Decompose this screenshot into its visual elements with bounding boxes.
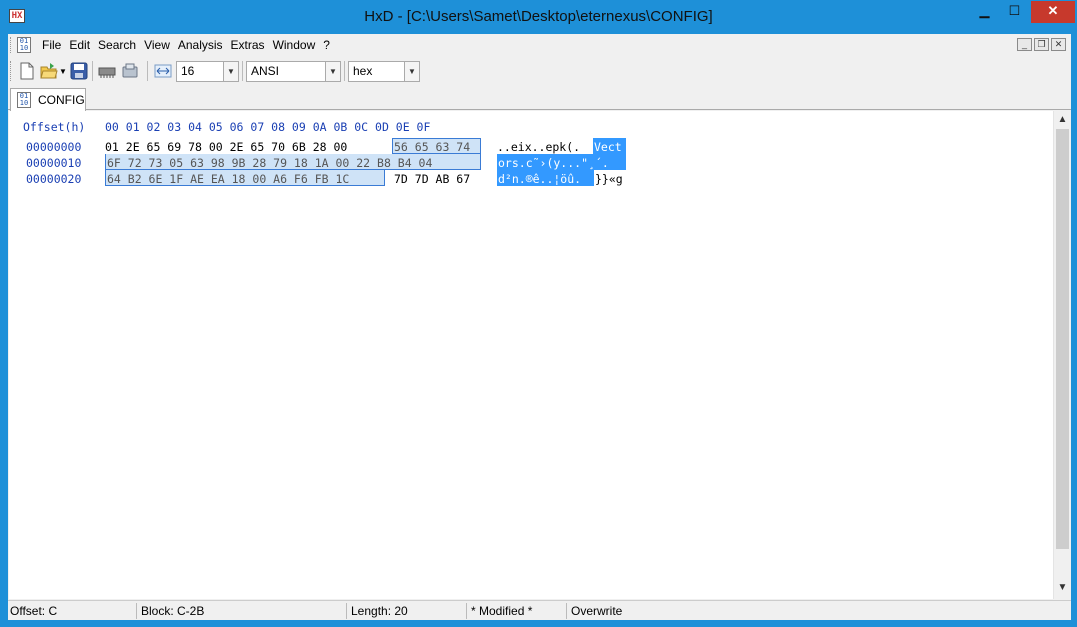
- text-bytes[interactable]: }}«g: [595, 172, 623, 186]
- tab-config[interactable]: 01 10 CONFIG: [10, 88, 86, 111]
- hex-editor[interactable]: Offset(h) 00 01 02 03 04 05 06 07 08 09 …: [9, 111, 1071, 599]
- bytes-per-row-value: 16: [181, 64, 195, 78]
- hex-bytes-selected[interactable]: 64 B2 6E 1F AE EA 18 00 A6 F6 FB 1C: [107, 172, 349, 186]
- bytes-per-row-select[interactable]: 16 ▼: [176, 61, 239, 82]
- scroll-up-icon[interactable]: ▲: [1054, 111, 1071, 129]
- status-divider: [566, 603, 567, 619]
- menu-search[interactable]: Search: [94, 38, 140, 52]
- chevron-down-icon[interactable]: ▼: [325, 62, 340, 81]
- mdi-minimize-button[interactable]: _: [1017, 38, 1032, 51]
- text-bytes[interactable]: ..eix..epk(.: [497, 140, 580, 154]
- ram-editor-icon[interactable]: [98, 62, 116, 80]
- status-mode[interactable]: Overwrite: [571, 604, 622, 618]
- hxd-window: HX HxD - [C:\Users\Samet\Desktop\eternex…: [0, 0, 1077, 627]
- close-button[interactable]: ✕: [1031, 1, 1075, 23]
- document-icon: 01 10: [17, 92, 31, 108]
- bytes-per-row-icon: [154, 64, 172, 78]
- offset-base-select[interactable]: hex ▼: [348, 61, 420, 82]
- status-block: Block: C-2B: [141, 604, 205, 618]
- menu-file[interactable]: File: [38, 38, 65, 52]
- window-title: HxD - [C:\Users\Samet\Desktop\eternexus\…: [364, 8, 713, 25]
- menu-bar: 01 10 File Edit Search View Analysis Extr…: [8, 34, 1071, 56]
- chevron-down-icon[interactable]: ▼: [223, 62, 238, 81]
- text-bytes-selected[interactable]: Vect: [594, 140, 622, 154]
- charset-value: ANSI: [251, 64, 280, 78]
- status-divider: [346, 603, 347, 619]
- tab-strip: 01 10 CONFIG: [8, 86, 1071, 111]
- toolbar-separator: [344, 61, 345, 81]
- client-area: 01 10 File Edit Search View Analysis Extr…: [8, 34, 1071, 620]
- toolbar-separator: [92, 61, 93, 81]
- open-folder-icon[interactable]: [40, 62, 58, 80]
- mdi-restore-button[interactable]: ❐: [1034, 38, 1049, 51]
- maximize-button[interactable]: ☐: [1001, 1, 1028, 23]
- disk-editor-icon[interactable]: [121, 62, 139, 80]
- toolbar: ▼ 16 ▼ ANSI ▼ hex ▼: [8, 57, 1071, 85]
- offset-base-value: hex: [353, 64, 373, 78]
- menu-analysis[interactable]: Analysis: [174, 38, 227, 52]
- status-offset: Offset: C: [10, 604, 58, 618]
- text-bytes-selected[interactable]: d²n.®ê..¦öû.: [498, 172, 581, 186]
- menu-extras[interactable]: Extras: [227, 38, 269, 52]
- new-file-icon[interactable]: [18, 62, 36, 80]
- status-divider: [466, 603, 467, 619]
- hex-bytes[interactable]: 7D 7D AB 67: [394, 172, 470, 186]
- menu-edit[interactable]: Edit: [65, 38, 94, 52]
- minimize-button[interactable]: ▁: [971, 1, 998, 23]
- scroll-down-icon[interactable]: ▼: [1054, 579, 1071, 597]
- row-offset: 00000000: [26, 140, 82, 154]
- menu-help[interactable]: ?: [319, 38, 334, 52]
- status-divider: [136, 603, 137, 619]
- charset-select[interactable]: ANSI ▼: [246, 61, 341, 82]
- open-dropdown-icon[interactable]: ▼: [59, 67, 67, 76]
- hex-bytes-selected[interactable]: 6F 72 73 05 63 98 9B 28 79 18 1A 00 22 B…: [107, 156, 432, 170]
- menu-items: File Edit Search View Analysis Extras Wi…: [38, 38, 334, 52]
- document-icon[interactable]: 01 10: [17, 37, 31, 53]
- save-icon[interactable]: [70, 62, 88, 80]
- offset-header: Offset(h): [23, 120, 86, 134]
- status-modified: * Modified *: [471, 604, 533, 618]
- menu-grip[interactable]: [10, 37, 13, 53]
- text-bytes-selected[interactable]: ors.c˜›(y..."¸´.: [498, 156, 609, 170]
- toolbar-separator: [147, 61, 148, 81]
- row-offset: 00000020: [26, 172, 82, 186]
- mdi-close-button[interactable]: ✕: [1051, 38, 1066, 51]
- hex-bytes-selected[interactable]: 56 65 63 74: [394, 140, 470, 154]
- column-header: 00 01 02 03 04 05 06 07 08 09 0A 0B 0C 0…: [105, 120, 431, 134]
- menu-window[interactable]: Window: [269, 38, 320, 52]
- status-bar: Offset: C Block: C-2B Length: 20 * Modif…: [8, 600, 1071, 620]
- title-bar: HX HxD - [C:\Users\Samet\Desktop\eternex…: [0, 0, 1077, 34]
- hex-bytes[interactable]: 01 2E 65 69 78 00 2E 65 70 6B 28 00: [105, 140, 347, 154]
- toolbar-grip[interactable]: [10, 61, 13, 81]
- scrollbar-thumb[interactable]: [1056, 129, 1069, 549]
- vertical-scrollbar[interactable]: ▲ ▼: [1053, 111, 1071, 599]
- menu-view[interactable]: View: [140, 38, 174, 52]
- chevron-down-icon[interactable]: ▼: [404, 62, 419, 81]
- row-offset: 00000010: [26, 156, 82, 170]
- toolbar-separator: [242, 61, 243, 81]
- status-length: Length: 20: [351, 604, 408, 618]
- tab-label: CONFIG: [38, 93, 85, 107]
